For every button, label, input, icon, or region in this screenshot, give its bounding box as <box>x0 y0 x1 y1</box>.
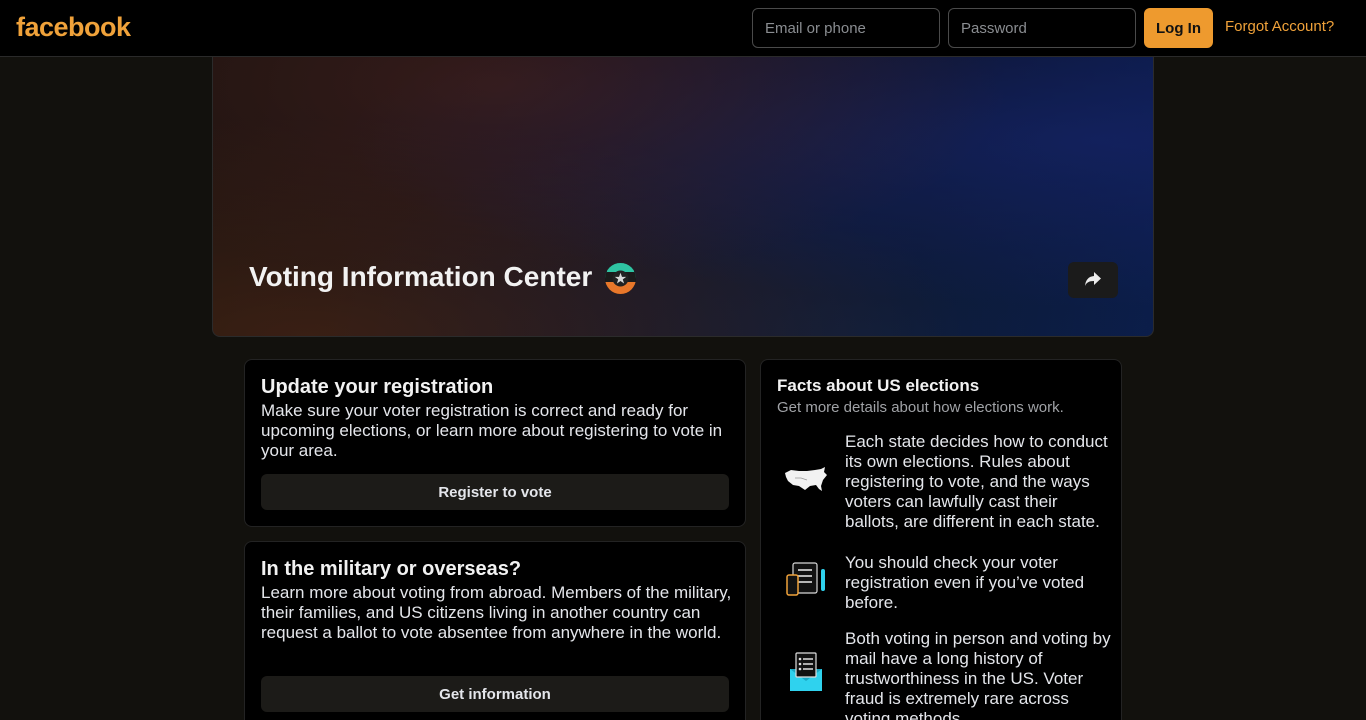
top-navigation-bar: facebook Log In Forgot Account? <box>0 0 1366 57</box>
us-map-icon <box>783 456 829 502</box>
military-overseas-card: In the military or overseas? Learn more … <box>244 541 746 720</box>
register-to-vote-button[interactable]: Register to vote <box>261 474 729 510</box>
update-registration-card: Update your registration Make sure your … <box>244 359 746 527</box>
page-title: Voting Information Center <box>249 261 593 292</box>
facebook-logo[interactable]: facebook <box>16 12 131 43</box>
facts-title: Facts about US elections <box>777 376 980 395</box>
voting-star-badge-icon <box>605 263 636 294</box>
update-registration-description: Make sure your voter registration is cor… <box>261 401 723 460</box>
share-button[interactable] <box>1068 262 1118 298</box>
login-button[interactable]: Log In <box>1144 8 1213 48</box>
share-arrow-icon <box>1084 271 1102 290</box>
password-field[interactable] <box>948 8 1136 48</box>
military-overseas-title: In the military or overseas? <box>261 558 522 580</box>
military-overseas-description: Learn more about voting from abroad. Mem… <box>261 583 732 642</box>
fact-text: Each state decides how to conduct its ow… <box>845 432 1108 531</box>
email-field[interactable] <box>752 8 940 48</box>
facts-subtitle: Get more details about how elections wor… <box>777 399 1064 416</box>
fact-text: Both voting in person and voting by mail… <box>845 629 1111 720</box>
phone-checklist-icon <box>783 557 829 603</box>
forgot-account-link[interactable]: Forgot Account? <box>1225 18 1334 35</box>
update-registration-title: Update your registration <box>261 376 494 398</box>
get-information-button[interactable]: Get information <box>261 676 729 712</box>
hero-banner: Voting Information Center <box>212 56 1154 337</box>
fact-text: You should check your voter registration… <box>845 553 1085 612</box>
mail-ballot-icon <box>783 651 829 697</box>
us-election-facts-card: Facts about US elections Get more detail… <box>760 359 1122 720</box>
